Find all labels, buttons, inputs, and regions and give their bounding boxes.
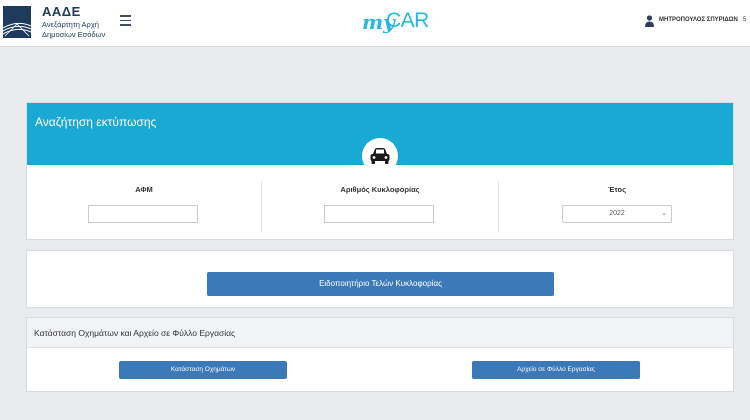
car-icon (370, 148, 390, 164)
plate-number-input[interactable] (324, 205, 434, 223)
status-card-title: Κατάσταση Οχημάτων και Αρχείο σε Φύλλο Ε… (34, 328, 236, 338)
search-title: Αναζήτηση εκτύπωσης (35, 115, 157, 129)
plate-column: Αριθμός Κυκλοφορίας (262, 165, 498, 240)
org-name-line1: Ανεξάρτητη Αρχή (42, 20, 99, 29)
worksheet-file-button[interactable]: Αρχείο σε Φύλλο Εργασίας (472, 361, 640, 379)
brand-car-text: CAR (386, 9, 429, 32)
org-short-name: ΑΑΔΕ (42, 4, 81, 19)
plate-label: Αριθμός Κυκλοφορίας (340, 185, 420, 194)
top-header: ΑΑΔΕ Ανεξάρτητη Αρχή Δημοσίων Εσόδων my … (0, 0, 750, 47)
user-name[interactable]: ΜΗΤΡΟΠΟΥΛΟΣ ΣΠΥΡΙΔΩΝ (659, 17, 738, 23)
org-name-line2: Δημοσίων Εσόδων (42, 30, 106, 39)
hamburger-menu-icon[interactable] (120, 15, 131, 26)
traffic-fees-notice-button[interactable]: Ειδοποιητήριο Τελών Κυκλοφορίας (207, 272, 554, 296)
afm-column: ΑΦΜ (27, 165, 261, 240)
user-icon[interactable] (645, 15, 654, 27)
user-extra-text: 5 (743, 17, 749, 23)
status-card-header: Κατάσταση Οχημάτων και Αρχείο σε Φύλλο Ε… (27, 318, 733, 348)
aade-logo-icon[interactable] (3, 6, 31, 38)
vehicle-status-button[interactable]: Κατάσταση Οχημάτων (119, 361, 287, 379)
afm-input[interactable] (88, 205, 198, 223)
year-label: Έτος (607, 185, 627, 194)
afm-label: ΑΦΜ (135, 185, 153, 194)
vehicle-status-card: Κατάσταση Οχημάτων και Αρχείο σε Φύλλο Ε… (26, 317, 734, 392)
search-print-card: Αναζήτηση εκτύπωσης ΑΦΜ Αριθμός Κυκλοφορ… (26, 102, 734, 240)
year-select[interactable]: 2022 ⌄ (562, 205, 672, 223)
notice-card: Ειδοποιητήριο Τελών Κυκλοφορίας (26, 250, 734, 308)
chevron-down-icon: ⌄ (661, 210, 667, 217)
year-selected-value: 2022 (609, 210, 625, 217)
year-column: Έτος 2022 ⌄ (499, 165, 735, 240)
